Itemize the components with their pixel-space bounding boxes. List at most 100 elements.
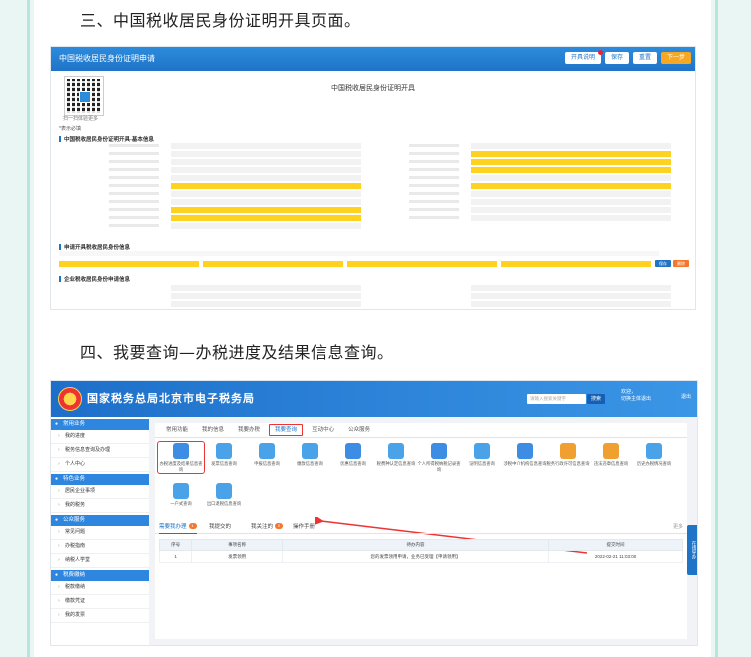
sidebar-item[interactable]: 我的税务 [51, 499, 149, 513]
form-label-placeholder [109, 184, 159, 187]
form-field[interactable] [471, 167, 671, 173]
form-field[interactable] [471, 191, 671, 197]
other-field-1[interactable] [171, 285, 361, 291]
form-field[interactable] [171, 151, 361, 157]
online-guide-button[interactable]: 在线导办 [687, 525, 697, 575]
form-field[interactable] [171, 143, 361, 149]
sidebar-item[interactable]: 常见问题 [51, 526, 149, 540]
sidebar-item[interactable]: 办税指南 [51, 540, 149, 554]
sidebar-item[interactable]: 纳税人学堂 [51, 554, 149, 568]
query-icon-item[interactable]: 税务行政许可信息查询 [546, 443, 590, 467]
sidebar-item[interactable]: 税务信息查询及办理 [51, 444, 149, 458]
applicant-field-3[interactable] [347, 261, 497, 267]
form-field[interactable] [171, 207, 361, 213]
form-field[interactable] [471, 159, 671, 165]
query-icon-item[interactable]: 出口退税信息查询 [202, 483, 246, 507]
query-icon [560, 443, 576, 459]
query-icon-item[interactable]: 历史办税情况查询 [632, 443, 676, 467]
query-icon-item[interactable]: 申报信息查询 [245, 443, 289, 467]
sidebar-group-3[interactable]: 税费缴纳 [51, 570, 149, 581]
search-input[interactable]: 请输入搜索关键字 [527, 394, 586, 404]
tab-1[interactable]: 我的信息 [197, 423, 229, 437]
todo-tab-3[interactable]: 操作手册 [293, 521, 315, 533]
form-field[interactable] [471, 183, 671, 189]
query-icon-item[interactable]: 优惠信息查询 [331, 443, 375, 467]
query-icon-item[interactable]: 发票信息查询 [202, 443, 246, 467]
todo-tab-2[interactable]: 我关注的 0 [251, 521, 284, 533]
table-header: 序号 [158, 539, 193, 551]
applicant-field-4[interactable] [501, 261, 651, 267]
other-field-6[interactable] [471, 301, 671, 307]
query-icon-item[interactable]: 证明信息查询 [460, 443, 504, 467]
save-button[interactable]: 保存 [604, 52, 629, 64]
next-step-button[interactable]: 下一步 [660, 52, 691, 64]
form-field[interactable] [471, 143, 671, 149]
sidebar-item[interactable]: 我的进度 [51, 430, 149, 444]
other-field-4[interactable] [471, 293, 671, 299]
search-button[interactable]: 搜索 [587, 394, 605, 404]
applicant-field-1[interactable] [59, 261, 199, 267]
form-field[interactable] [171, 175, 361, 181]
sidebar-item[interactable]: 税款缴纳 [51, 581, 149, 595]
query-icon [345, 443, 361, 459]
other-field-3[interactable] [171, 293, 361, 299]
form-field[interactable] [171, 215, 361, 221]
welcome-text: 欢迎， [621, 389, 637, 395]
instructions-button[interactable]: 开具说明 [564, 50, 603, 64]
form-field[interactable] [171, 183, 361, 189]
sidebar-item[interactable]: 个人中心 [51, 458, 149, 472]
reset-button[interactable]: 重置 [632, 52, 657, 64]
more-link[interactable]: 更多 [673, 521, 683, 533]
query-icon-item[interactable]: 违法违章信息查询 [589, 443, 633, 467]
query-icon-label: 个人所得税纳税记录查询 [417, 461, 461, 472]
form-field[interactable] [171, 199, 361, 205]
sidebar-group-2[interactable]: 公众服务 [51, 515, 149, 526]
applicant-field-2[interactable] [203, 261, 343, 267]
form-label-placeholder [109, 216, 159, 219]
query-icon [646, 443, 662, 459]
form-label-placeholder [109, 192, 159, 195]
row-delete-button[interactable]: 删除 [673, 260, 689, 267]
form-label-placeholder [109, 168, 159, 171]
tab-0[interactable]: 常用功能 [161, 423, 193, 437]
query-icon-item[interactable]: 税费种认定信息查询 [374, 443, 418, 467]
sidebar-item[interactable]: 我的发票 [51, 609, 149, 623]
form-field[interactable] [471, 151, 671, 157]
query-icon-item[interactable]: 缴款信息查询 [288, 443, 332, 467]
switch-subject-link[interactable]: 切换主体退出 [621, 396, 651, 403]
form-field[interactable] [471, 175, 671, 181]
form-field[interactable] [471, 215, 671, 221]
todo-tab-0[interactable]: 需要我办理 1 [159, 521, 197, 534]
other-field-5[interactable] [171, 301, 361, 307]
query-icon-label: 税务行政许可信息查询 [546, 461, 590, 466]
sidebar-item[interactable]: 缴款凭证 [51, 595, 149, 609]
tab-2[interactable]: 我要办税 [233, 423, 265, 437]
tab-3[interactable]: 我要查询 [269, 424, 304, 436]
logout-link[interactable]: 退出 [681, 393, 691, 400]
form-label-placeholder [109, 208, 159, 211]
form-field[interactable] [171, 159, 361, 165]
query-icon-item[interactable]: 一户式查询 [159, 483, 203, 507]
other-field-2[interactable] [471, 285, 671, 291]
query-icon-item[interactable]: 个人所得税纳税记录查询 [417, 443, 461, 472]
sidebar-group-0[interactable]: 常用业务 [51, 419, 149, 430]
form-field[interactable] [471, 207, 671, 213]
row-save-button[interactable]: 保存 [655, 260, 671, 267]
form-field[interactable] [171, 191, 361, 197]
tab-5[interactable]: 公众服务 [343, 423, 375, 437]
query-icon [173, 443, 189, 459]
sidebar-group-1[interactable]: 特色业务 [51, 474, 149, 485]
query-icon [431, 443, 447, 459]
table-row[interactable]: 1 发票领用 您的发票领用申请，业务已受理【申请领用】 2022-02-21 11:0… [158, 550, 683, 563]
form-field[interactable] [471, 199, 671, 205]
form-field[interactable] [171, 223, 361, 229]
query-icon [216, 443, 232, 459]
tab-4[interactable]: 互动中心 [307, 423, 339, 437]
national-emblem-icon [58, 387, 82, 411]
query-icon-item[interactable]: 涉税中介机构信息查询 [503, 443, 547, 467]
sidebar-item[interactable]: 居民企业事项 [51, 485, 149, 499]
query-icon-item[interactable]: 办税进度及结果信息查询 [157, 441, 205, 474]
query-icon [388, 443, 404, 459]
form-field[interactable] [171, 167, 361, 173]
todo-tab-1[interactable]: 我提交的 [209, 521, 231, 533]
